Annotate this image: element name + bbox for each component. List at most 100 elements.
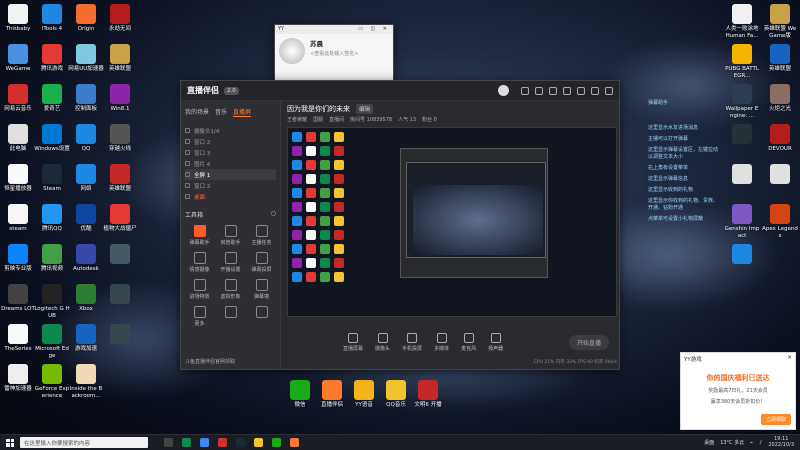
desktop-icon[interactable]: 永劫无间: [102, 4, 138, 33]
edge-icon[interactable]: [182, 438, 191, 447]
desktop-icon[interactable]: Steam: [34, 164, 70, 193]
desktop-icon[interactable]: 网易UU加速器: [68, 44, 104, 73]
desktop-icon[interactable]: [102, 324, 138, 346]
desktop-icon[interactable]: 英雄联盟: [102, 164, 138, 193]
desktop-icon[interactable]: [724, 244, 760, 266]
desktop-icon[interactable]: 穿越火线: [102, 124, 138, 153]
network-icon[interactable]: ⌁: [750, 440, 753, 446]
desktop-icon[interactable]: Xbox: [68, 284, 104, 313]
tool-item[interactable]: [247, 306, 276, 327]
desktop-icon[interactable]: [724, 124, 760, 146]
eye-icon[interactable]: [185, 128, 190, 133]
desktop-icon[interactable]: 剪映专业版: [0, 244, 36, 273]
scene-item[interactable]: 窗口 2: [185, 180, 276, 191]
desktop-icon[interactable]: 控制面板: [68, 84, 104, 113]
desktop-icon[interactable]: 英雄联盟: [762, 44, 798, 73]
desktop-icon[interactable]: [102, 284, 138, 306]
eye-icon[interactable]: [185, 183, 190, 188]
source-control-button[interactable]: 麦克风: [461, 332, 476, 352]
desktop-icon[interactable]: Genshin Impact: [724, 204, 760, 239]
tool-item[interactable]: [216, 306, 245, 327]
chrome-icon[interactable]: [200, 438, 209, 447]
desktop-icon[interactable]: [724, 164, 760, 186]
windows-start-icon[interactable]: [6, 438, 14, 447]
taskbar-search-input[interactable]: 在这里输入你要搜索的内容: [20, 437, 148, 448]
eye-icon[interactable]: [185, 172, 190, 177]
desktop-icon[interactable]: 人类一败涂地 Human Fa...: [724, 4, 760, 39]
eye-icon[interactable]: [185, 139, 190, 144]
tool-item[interactable]: 弹幕助手: [185, 225, 214, 246]
eye-icon[interactable]: [185, 161, 190, 166]
desktop-icon[interactable]: Microsoft Edge: [34, 324, 70, 359]
desktop-label[interactable]: 桌面: [704, 439, 714, 446]
tool-item[interactable]: 进场特效: [185, 279, 214, 300]
tool-item[interactable]: 开播设置: [216, 252, 245, 273]
volume-icon[interactable]: ♪: [759, 440, 762, 446]
scene-item[interactable]: 桌面: [185, 191, 276, 202]
yy-popup-window[interactable]: YY ▭ ◫ ✕ 苏晨 <查看此处输入签名>: [274, 24, 394, 84]
desktop-icon[interactable]: WeGame: [0, 44, 36, 73]
desktop-icon[interactable]: DEVOUR: [762, 124, 798, 153]
desktop-icon[interactable]: Wallpaper Engine: ...: [724, 84, 760, 119]
desktop-icon[interactable]: TheSeries: [0, 324, 36, 353]
left-footer-link[interactable]: 斗鱼直播伴侣官网领取: [185, 358, 235, 365]
toolbox-settings-icon[interactable]: ○: [271, 210, 276, 219]
tool-item[interactable]: 主播任务: [247, 225, 276, 246]
tool-item[interactable]: 更多: [185, 306, 214, 327]
live-companion-window[interactable]: 直播伴侣 2.0 我的场景 音乐 直播屏 摄像头1/4 窗口 2 窗口 3 图片 4 全屏 …: [180, 80, 620, 370]
desktop-icon[interactable]: Origin: [68, 4, 104, 33]
desktop-icon[interactable]: 恒星播放器: [0, 164, 36, 193]
desktop-icon[interactable]: 英雄联盟: [102, 44, 138, 73]
desktop-icon[interactable]: 网络: [68, 164, 104, 193]
douyu-icon[interactable]: [290, 438, 299, 447]
stream-preview[interactable]: [287, 127, 617, 317]
desktop-icon[interactable]: 英雄联盟 WeGame版: [762, 4, 798, 39]
scene-item[interactable]: 窗口 2: [185, 136, 276, 147]
desktop-icon[interactable]: steam: [0, 204, 36, 233]
scene-tab[interactable]: 直播屏: [233, 107, 252, 117]
desktop-icon[interactable]: 爱奇艺: [34, 84, 70, 113]
weather[interactable]: 13°C 多云: [720, 439, 744, 446]
tool-item[interactable]: 弹幕投屏: [247, 252, 276, 273]
avatar[interactable]: [498, 85, 509, 96]
steam-icon[interactable]: [236, 438, 245, 447]
desktop-icon[interactable]: 火炬之光: [762, 84, 798, 113]
eye-icon[interactable]: [185, 194, 190, 199]
netease-music-icon[interactable]: [218, 438, 227, 447]
desktop-icon[interactable]: Dreams LOT: [0, 284, 36, 313]
desktop-icon[interactable]: [762, 164, 798, 186]
desktop-icon[interactable]: 腾讯QQ: [34, 204, 70, 233]
source-control-button[interactable]: 扬声器: [488, 332, 503, 352]
menu-icon[interactable]: [577, 86, 585, 95]
source-control-button[interactable]: 摄像头: [375, 332, 390, 352]
desktop-icon[interactable]: 游戏加速: [68, 324, 104, 353]
tool-item[interactable]: 弹幕墙: [247, 279, 276, 300]
minimize-icon[interactable]: [591, 86, 599, 95]
desktop-icon[interactable]: 文明6 开播: [410, 380, 446, 409]
desktop-icon[interactable]: 微信: [282, 380, 318, 409]
close-icon[interactable]: [605, 86, 613, 95]
scene-item[interactable]: 图片 4: [185, 158, 276, 169]
eye-icon[interactable]: [185, 150, 190, 155]
desktop-icon[interactable]: 直播伴侣: [314, 380, 350, 409]
scene-item[interactable]: 窗口 3: [185, 147, 276, 158]
desktop-icon[interactable]: Windows设置: [34, 124, 70, 153]
source-control-button[interactable]: 多媒体: [434, 332, 449, 352]
claim-button[interactable]: 立即领取: [760, 414, 791, 425]
desktop-icon[interactable]: GeForce Experience: [34, 364, 70, 399]
mail-icon[interactable]: [549, 86, 557, 95]
tool-item[interactable]: 房管助手: [216, 225, 245, 246]
close-icon[interactable]: ✕: [787, 355, 792, 361]
task-view-icon[interactable]: [164, 438, 173, 447]
source-control-button[interactable]: 直播屏幕: [343, 332, 363, 352]
tool-item[interactable]: 情感摄像: [185, 252, 214, 273]
explorer-icon[interactable]: [254, 438, 263, 447]
avatar[interactable]: [279, 38, 305, 64]
desktop-icon[interactable]: 网易云音乐: [0, 84, 36, 113]
desktop-icon[interactable]: 雷神加速器: [0, 364, 36, 393]
desktop-icon[interactable]: PUBG BATTLEGR...: [724, 44, 760, 79]
desktop-icon[interactable]: QQ音乐: [378, 380, 414, 409]
yy-window-controls[interactable]: ▭ ◫ ✕: [358, 26, 390, 33]
bell-icon[interactable]: [563, 86, 571, 95]
desktop-icon[interactable]: Inside the Backroom...: [68, 364, 104, 399]
